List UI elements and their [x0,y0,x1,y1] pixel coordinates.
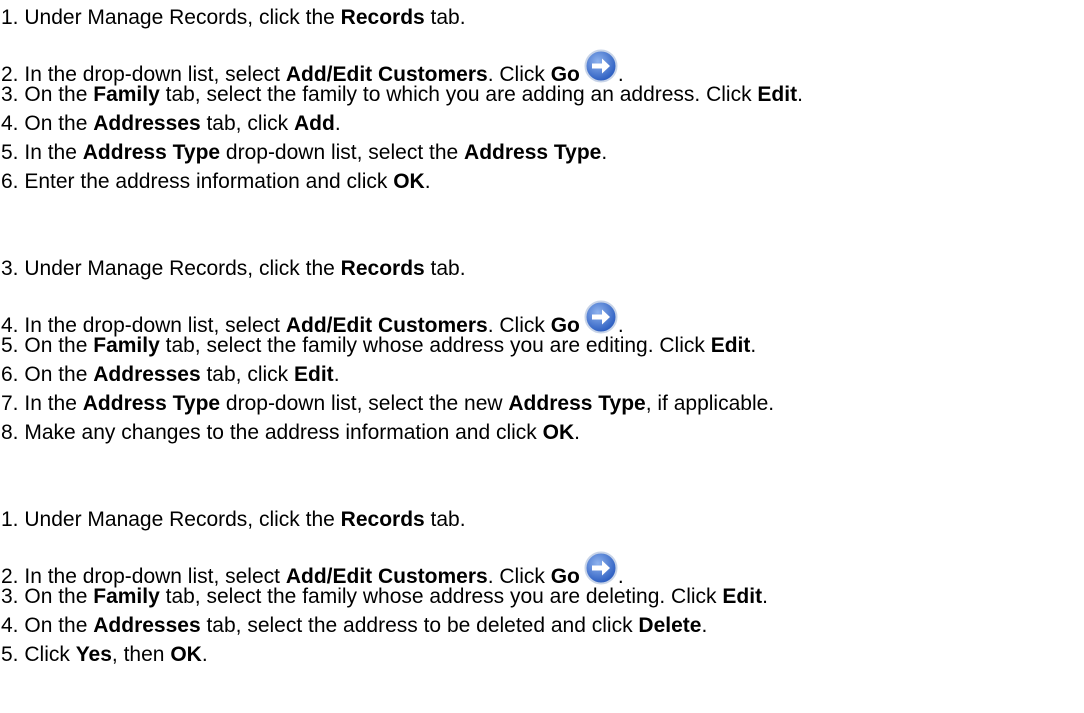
step-text: On the [24,363,94,386]
step-text: . [762,585,768,608]
step-5: 5. On the Family tab, select the family … [1,332,756,360]
step-bold: Records [340,6,425,29]
step-text: . [333,363,340,386]
step-text: drop-down list, select the new [220,392,509,415]
step-text: Under Manage Records, click the [24,508,341,531]
step-text: In the [24,392,83,415]
step-text: . [601,141,608,164]
step-bold: Family [93,585,160,608]
step-bold: Addresses [93,614,201,637]
step-bold: Family [93,334,160,357]
step-text: tab. [424,508,466,531]
step-text: . [424,170,431,193]
step-text: On the [24,614,94,637]
step-3: 3. On the Family tab, select the family … [1,583,768,611]
step-bold: Address Type [508,392,646,415]
step-number: 4. [1,112,19,135]
step-number: 4. [1,614,19,637]
step-text: . [574,421,580,444]
step-bold: Addresses [93,363,201,386]
step-5: 5. Click Yes, then OK. [1,641,208,669]
step-text: . [201,643,208,666]
step-number: 7. [1,392,19,415]
go-arrow-icon [584,300,618,334]
step-bold: Edit [294,363,334,386]
step-6: 6. Enter the address information and cli… [1,168,431,196]
step-5: 5. In the Address Type drop-down list, s… [1,139,607,167]
step-text: On the [24,112,94,135]
step-number: 1. [1,6,19,29]
step-bold: Family [93,83,160,106]
step-text: On the [24,334,94,357]
step-text: tab. [424,6,466,29]
step-text: . [334,112,341,135]
step-bold: Records [340,257,425,280]
step-text: tab, select the family to which you are … [159,83,758,106]
step-text: tab, select the family whose address you… [159,334,711,357]
step-bold: Add [294,112,335,135]
step-8: 8. Make any changes to the address infor… [1,419,580,447]
go-arrow-icon [584,49,618,83]
step-number: 1. [1,508,19,531]
step-bold: OK [542,421,575,444]
step-bold: Edit [710,334,751,357]
step-1: 1. Under Manage Records, click the Recor… [1,506,466,534]
step-number: 3. [1,585,19,608]
step-number: 8. [1,421,19,444]
step-text: Click [24,643,76,666]
step-number: 5. [1,334,19,357]
step-bold: Yes [75,643,112,666]
step-bold: Address Type [82,392,221,415]
step-bold: Address Type [464,141,602,164]
step-text: Under Manage Records, click the [24,6,341,29]
step-text: tab, select the address to be deleted an… [200,614,639,637]
step-text: . [750,334,757,357]
step-text: Under Manage Records, click the [24,257,341,280]
step-number: 5. [1,141,19,164]
step-text: . [701,614,708,637]
step-number: 3. [1,257,19,280]
step-4: 4. In the drop-down list, select Add/Edi… [1,300,624,337]
step-text: , then [111,643,171,666]
step-bold: Edit [757,83,798,106]
step-text: tab, click [200,112,295,135]
go-arrow-icon [584,551,618,585]
step-bold: Addresses [93,112,201,135]
step-text: On the [24,83,94,106]
step-bold: OK [170,643,202,666]
step-bold: OK [393,170,425,193]
step-text: , if applicable. [645,392,775,415]
step-text: Make any changes to the address informat… [24,421,543,444]
step-number: 5. [1,643,19,666]
step-4: 4. On the Addresses tab, click Add. [1,110,341,138]
step-2: 2. In the drop-down list, select Add/Edi… [1,49,624,86]
step-text: . [797,83,803,106]
step-1: 1. Under Manage Records, click the Recor… [1,4,466,32]
step-bold: Delete [638,614,702,637]
step-4: 4. On the Addresses tab, select the addr… [1,612,707,640]
step-number: 6. [1,170,19,193]
step-text: On the [24,585,94,608]
step-text: Enter the address information and click [24,170,394,193]
step-number: 6. [1,363,19,386]
step-text: tab, select the family whose address you… [159,585,723,608]
step-3: 3. On the Family tab, select the family … [1,81,803,109]
step-number: 3. [1,83,19,106]
step-3: 3. Under Manage Records, click the Recor… [1,255,466,283]
step-bold: Edit [722,585,763,608]
step-bold: Records [340,508,425,531]
step-6: 6. On the Addresses tab, click Edit. [1,361,340,389]
step-2: 2. In the drop-down list, select Add/Edi… [1,551,624,588]
step-text: tab. [424,257,466,280]
step-text: drop-down list, select the [220,141,465,164]
step-bold: Address Type [82,141,221,164]
step-text: tab, click [200,363,295,386]
step-text: In the [24,141,83,164]
step-7: 7. In the Address Type drop-down list, s… [1,390,774,418]
